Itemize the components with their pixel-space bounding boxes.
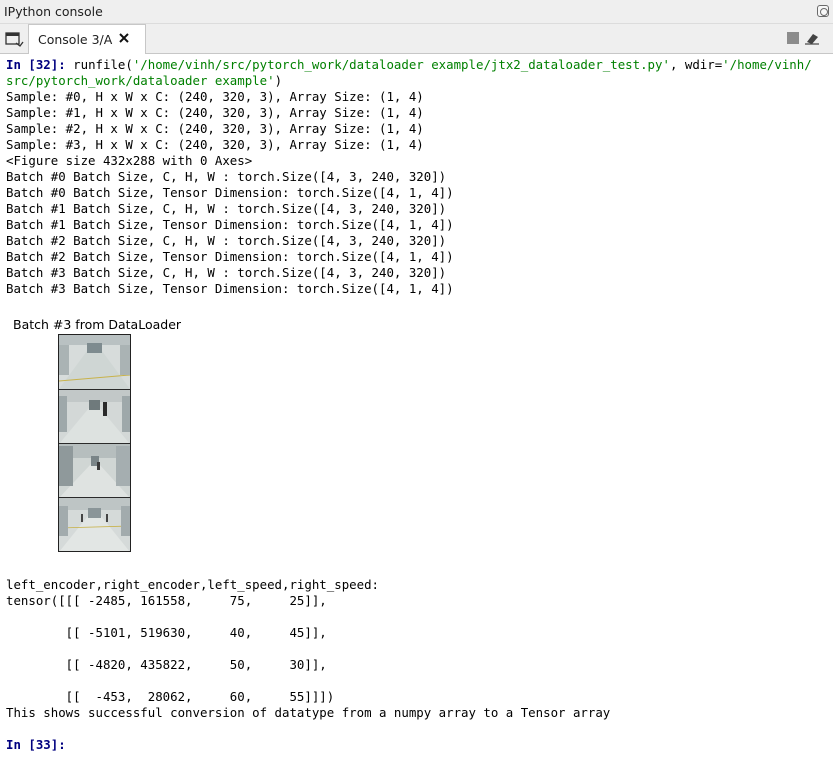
pane-title: IPython console	[4, 4, 103, 19]
image-tile-hallway	[59, 335, 130, 389]
image-tile-hallway	[59, 443, 130, 497]
output-line: Batch #3 Batch Size, Tensor Dimension: t…	[6, 281, 454, 296]
tab-label: Console 3/A	[38, 32, 113, 47]
image-tile-hallway	[59, 497, 130, 551]
output-line: Batch #3 Batch Size, C, H, W : torch.Siz…	[6, 265, 447, 280]
output-line: Sample: #3, H x W x C: (240, 320, 3), Ar…	[6, 137, 424, 152]
output-line: Batch #1 Batch Size, Tensor Dimension: t…	[6, 217, 454, 232]
undock-icon[interactable]	[817, 5, 829, 17]
output-line: Sample: #2, H x W x C: (240, 320, 3), Ar…	[6, 121, 424, 136]
tensor-line: [[ -453, 28062, 60, 55]]])	[6, 689, 335, 704]
message-line: This shows successful conversion of data…	[6, 705, 611, 720]
tensor-line: tensor([[[ -2485, 161558, 75, 25]],	[6, 593, 327, 608]
stop-icon[interactable]	[787, 32, 799, 44]
next-prompt-line[interactable]: In [33]:	[6, 737, 66, 753]
command-line-cont: src/pytorch_work/dataloader example')	[6, 73, 283, 88]
figure-title: Batch #3 from DataLoader	[13, 317, 182, 332]
image-grid-figure	[58, 334, 131, 552]
output-line: Batch #2 Batch Size, C, H, W : torch.Siz…	[6, 233, 447, 248]
tensor-line: [[ -5101, 519630, 40, 45]],	[6, 625, 327, 640]
image-tile-hallway	[59, 389, 130, 443]
output-line: Batch #0 Batch Size, Tensor Dimension: t…	[6, 185, 454, 200]
pane-titlebar: IPython console	[0, 0, 833, 24]
output-line: <Figure size 432x288 with 0 Axes>	[6, 153, 253, 168]
tensor-line: [[ -4820, 435822, 50, 30]],	[6, 657, 327, 672]
output-line: Batch #0 Batch Size, C, H, W : torch.Siz…	[6, 169, 447, 184]
tensor-header: left_encoder,right_encoder,left_speed,ri…	[6, 577, 379, 592]
output-line: Sample: #0, H x W x C: (240, 320, 3), Ar…	[6, 89, 424, 104]
command-line: In [32]: runfile('/home/vinh/src/pytorch…	[6, 57, 812, 72]
input-prompt: In [32]:	[6, 57, 66, 72]
console-output[interactable]: In [32]: runfile('/home/vinh/src/pytorch…	[0, 55, 833, 775]
input-prompt: In [33]:	[6, 737, 66, 752]
browse-tabs-icon[interactable]	[4, 30, 24, 48]
output-line: Batch #2 Batch Size, Tensor Dimension: t…	[6, 249, 454, 264]
output-line: Batch #1 Batch Size, C, H, W : torch.Siz…	[6, 201, 447, 216]
tab-console-3a[interactable]: Console 3/A	[28, 24, 146, 54]
console-tab-bar: Console 3/A	[0, 24, 833, 54]
output-line: Sample: #1, H x W x C: (240, 320, 3), Ar…	[6, 105, 424, 120]
eraser-icon[interactable]	[803, 30, 821, 46]
close-icon[interactable]	[117, 31, 131, 45]
